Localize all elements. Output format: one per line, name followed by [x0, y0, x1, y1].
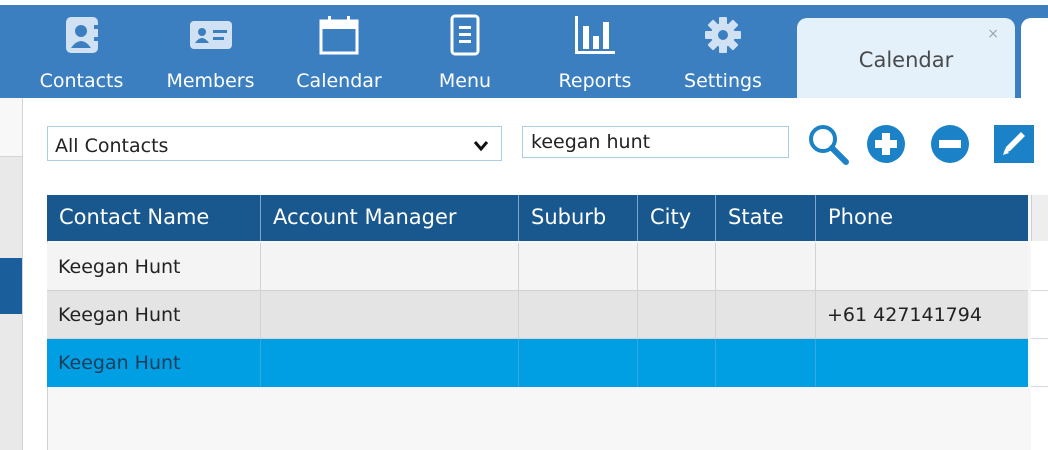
table-row[interactable]: Keegan Hunt — [47, 243, 1028, 291]
cell-state — [716, 339, 816, 387]
toolbar-item-reports[interactable]: Reports — [544, 5, 646, 98]
cell-suburb — [519, 339, 638, 387]
remove-icon[interactable] — [929, 123, 971, 165]
table-row[interactable]: Keegan Hunt +61 427141794 — [47, 291, 1028, 339]
left-panel-item[interactable] — [0, 98, 22, 157]
tab-close-icon[interactable]: × — [987, 26, 999, 42]
toolbar-label-members: Members — [166, 70, 255, 92]
table-header: Contact Name Account Manager Suburb City… — [47, 195, 1028, 241]
cell-account-manager — [261, 291, 519, 339]
toolbar-label-calendar: Calendar — [296, 70, 382, 92]
cell-phone: +61 427141794 — [816, 291, 1028, 339]
toolbar-label-menu: Menu — [438, 70, 492, 92]
right-panel-edge — [1031, 195, 1048, 450]
search-icon[interactable] — [807, 123, 849, 165]
cell-account-manager — [261, 339, 519, 387]
column-header-phone[interactable]: Phone — [816, 195, 1028, 241]
tab-calendar[interactable]: Calendar × — [797, 18, 1015, 103]
contact-filter-value: All Contacts — [55, 135, 169, 157]
left-panel-accent — [0, 258, 22, 314]
chevron-down-icon — [473, 137, 489, 156]
left-side-panel — [0, 98, 23, 450]
edit-icon[interactable] — [990, 123, 1048, 165]
cell-contact-name: Keegan Hunt — [47, 291, 261, 339]
member-id-card-icon — [189, 15, 233, 55]
tab-next[interactable] — [1021, 18, 1048, 103]
cell-account-manager — [261, 243, 519, 291]
cell-city — [638, 243, 716, 291]
cell-suburb — [519, 243, 638, 291]
right-panel-divider — [1031, 386, 1048, 387]
toolbar-item-members[interactable]: Members — [154, 5, 267, 98]
table-row-selected[interactable]: Keegan Hunt — [47, 339, 1028, 387]
cell-state — [716, 291, 816, 339]
bar-chart-icon — [573, 15, 617, 55]
toolbar-item-menu[interactable]: Menu — [420, 5, 510, 98]
cell-contact-name: Keegan Hunt — [47, 243, 261, 291]
column-header-city[interactable]: City — [638, 195, 716, 241]
column-header-state[interactable]: State — [716, 195, 816, 241]
document-menu-icon — [448, 14, 482, 56]
toolbar-label-contacts: Contacts — [39, 70, 124, 92]
calendar-icon — [318, 15, 360, 55]
toolbar-item-contacts[interactable]: Contacts — [28, 5, 135, 98]
toolbar-label-reports: Reports — [558, 70, 632, 92]
cell-phone — [816, 339, 1028, 387]
toolbar-item-calendar[interactable]: Calendar — [284, 5, 394, 98]
column-header-contact-name[interactable]: Contact Name — [47, 195, 261, 241]
column-header-account-manager[interactable]: Account Manager — [261, 195, 519, 241]
column-header-suburb[interactable]: Suburb — [519, 195, 638, 241]
toolbar-label-settings: Settings — [684, 70, 762, 92]
cell-city — [638, 291, 716, 339]
contact-card-icon — [64, 15, 100, 55]
toolbar-item-settings[interactable]: Settings — [670, 5, 776, 98]
cell-contact-name: Keegan Hunt — [47, 339, 261, 387]
contact-filter-select[interactable]: All Contacts — [47, 126, 502, 161]
main-toolbar: Contacts Members Calendar Menu Reports S… — [0, 5, 1048, 103]
search-input[interactable] — [522, 126, 789, 158]
right-panel-header — [1031, 195, 1048, 241]
right-panel-divider — [1031, 290, 1048, 291]
tab-calendar-label: Calendar — [858, 48, 954, 72]
cell-phone — [816, 243, 1028, 291]
cell-state — [716, 243, 816, 291]
cell-suburb — [519, 291, 638, 339]
add-icon[interactable] — [865, 123, 907, 165]
cell-city — [638, 339, 716, 387]
right-panel-divider — [1031, 338, 1048, 339]
gear-icon — [703, 15, 743, 55]
